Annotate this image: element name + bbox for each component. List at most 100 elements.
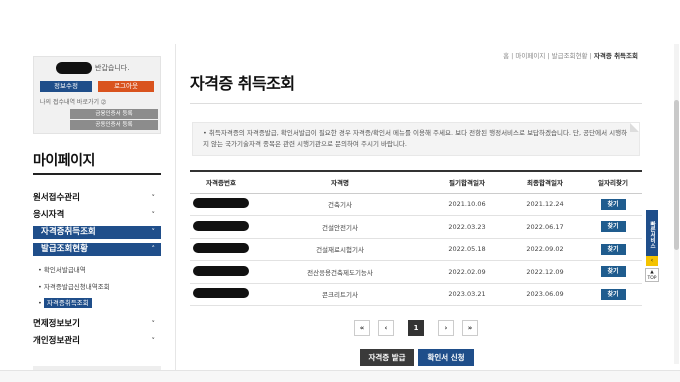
taskbar <box>0 370 680 382</box>
find-job-button[interactable]: 찾기 <box>600 198 626 210</box>
sub-item-label: 자격증발급신청내역조회 <box>43 283 110 291</box>
quick-service-tab[interactable]: 빠른서비스 <box>646 210 658 260</box>
find-cell: 찾기 <box>584 238 642 261</box>
sidebar-title: 마이페이지 <box>33 153 95 169</box>
written-date-cell: 2022.02.09 <box>428 260 506 284</box>
chevron-left-icon[interactable]: ‹ <box>646 256 658 266</box>
joint-cert-button[interactable]: 공동인증서 등록 <box>70 120 158 130</box>
final-date-cell: 2021.12.24 <box>506 193 584 216</box>
breadcrumb: 홈 | 마이페이지 | 발급조회현황 | 자격증 취득조회 <box>503 52 638 60</box>
title-rule <box>190 103 642 104</box>
cert-name-cell: 건설재료시험기사 <box>252 238 428 261</box>
table-header-row: 자격증번호 자격명 필기합격일자 최종합격일자 일자리찾기 <box>190 170 642 194</box>
sidebar-rule <box>33 173 161 175</box>
caret-up-icon: ▲ <box>650 270 654 275</box>
cert-name-cell: 건축기사 <box>252 193 428 216</box>
top-button[interactable]: ▲ TOP <box>645 268 659 282</box>
sidebar-item-label: 개인정보관리 <box>33 336 80 346</box>
breadcrumb-parent[interactable]: 발급조회현황 <box>552 52 588 60</box>
find-job-button[interactable]: 찾기 <box>600 288 626 300</box>
col-final-date: 최종합격일자 <box>506 170 584 194</box>
last-page-button[interactable]: » <box>462 320 478 336</box>
logout-button[interactable]: 로그아웃 <box>98 81 154 92</box>
cert-number-cell <box>190 283 252 306</box>
sidebar-item-label: 발급조회현황 <box>41 244 88 254</box>
final-date-cell: 2022.06.17 <box>506 215 584 239</box>
content-divider <box>175 44 176 382</box>
chevron-down-icon: ˅ <box>151 211 156 219</box>
sidebar-item-label: 원서접수관리 <box>33 193 80 203</box>
find-job-button[interactable]: 찾기 <box>600 243 626 255</box>
sub-item-label: 자격증취득조회 <box>43 298 92 308</box>
sub-item-confirm-history[interactable]: • 확인서발급내역 <box>38 264 86 274</box>
written-date-cell: 2021.10.06 <box>428 193 506 216</box>
cert-table: 자격증번호 자격명 필기합격일자 최종합격일자 일자리찾기 건축기사 2021.… <box>190 170 642 306</box>
table-row: 건축기사 2021.10.06 2021.12.24 찾기 <box>190 193 642 216</box>
chevron-down-icon: ˅ <box>151 228 156 236</box>
current-page[interactable]: 1 <box>408 320 424 336</box>
scrollbar-thumb[interactable] <box>674 100 679 250</box>
next-page-button[interactable]: › <box>438 320 454 336</box>
edit-info-button[interactable]: 정보수정 <box>40 81 92 92</box>
finance-cert-button[interactable]: 금융인증서 등록 <box>70 109 158 119</box>
cert-issue-button[interactable]: 자격증 발급 <box>360 349 414 366</box>
cert-name-cell: 전산응용건축제도기능사 <box>252 260 428 284</box>
notice-box: • 취득자격증의 자격증발급, 확인서발급이 필요한 경우 자격증/확인서 메뉴… <box>192 122 640 156</box>
table-row: 콘크리트기사 2023.03.21 2023.06.09 찾기 <box>190 283 642 306</box>
find-cell: 찾기 <box>584 215 642 239</box>
redacted-number <box>193 220 249 231</box>
written-date-cell: 2023.03.21 <box>428 283 506 306</box>
sidebar-item-application[interactable]: 원서접수관리 ˅ <box>33 192 161 205</box>
sidebar-item-issuance-status[interactable]: 발급조회현황 ˄ <box>33 243 161 256</box>
sidebar-item-qualification[interactable]: 응시자격 ˅ <box>33 209 161 222</box>
greeting-text: 반갑습니다. <box>95 64 130 72</box>
redacted-number <box>193 198 249 209</box>
confirm-apply-button[interactable]: 확인서 신청 <box>418 349 474 366</box>
sub-item-label: 확인서발급내역 <box>43 266 86 274</box>
breadcrumb-home[interactable]: 홈 <box>503 52 509 60</box>
top-label: TOP <box>647 276 657 281</box>
cert-name-cell: 건설안전기사 <box>252 215 428 239</box>
col-cert-number: 자격증번호 <box>190 170 252 194</box>
first-page-button[interactable]: « <box>354 320 370 336</box>
sidebar-item-personal-info[interactable]: 개인정보관리 ˅ <box>33 335 161 348</box>
col-job-search: 일자리찾기 <box>584 170 642 194</box>
recent-application-link[interactable]: 나의 접수내역 바로가기 ➁ <box>40 97 106 106</box>
page-title: 자격증 취득조회 <box>190 74 295 93</box>
breadcrumb-mypage[interactable]: 마이페이지 <box>515 52 545 60</box>
cert-number-cell <box>190 193 252 216</box>
chevron-up-icon: ˄ <box>151 245 156 253</box>
arrow-circle-icon: ➁ <box>100 99 106 106</box>
prev-page-button[interactable]: ‹ <box>378 320 394 336</box>
notice-text: 취득자격증의 자격증발급, 확인서발급이 필요한 경우 자격증/확인서 메뉴를 … <box>203 129 628 148</box>
final-date-cell: 2022.09.02 <box>506 238 584 261</box>
sidebar-item-label: 면제정보보기 <box>33 319 80 329</box>
sub-item-cert-lookup[interactable]: • 자격증취득조회 <box>38 297 92 308</box>
user-name-redacted <box>56 62 92 74</box>
redacted-number <box>193 243 249 254</box>
login-box: 반갑습니다. 정보수정 로그아웃 나의 접수내역 바로가기 ➁ 금융인증서 등록… <box>33 56 161 134</box>
sidebar-item-label: 응시자격 <box>33 210 65 220</box>
chevron-down-icon: ˅ <box>151 194 156 202</box>
sub-item-issue-request[interactable]: • 자격증발급신청내역조회 <box>38 281 110 291</box>
written-date-cell: 2022.05.18 <box>428 238 506 261</box>
written-date-cell: 2022.03.23 <box>428 215 506 239</box>
cert-number-cell <box>190 260 252 284</box>
final-date-cell: 2022.12.09 <box>506 260 584 284</box>
cert-number-cell <box>190 215 252 239</box>
redacted-number <box>193 288 249 299</box>
final-date-cell: 2023.06.09 <box>506 283 584 306</box>
redacted-number <box>193 265 249 276</box>
find-job-button[interactable]: 찾기 <box>600 221 626 233</box>
sidebar-item-cert-lookup[interactable]: 자격증취득조회 ˅ <box>33 226 161 239</box>
find-cell: 찾기 <box>584 193 642 216</box>
sidebar-item-exemption[interactable]: 면제정보보기 ˅ <box>33 318 161 331</box>
recent-link-label: 나의 접수내역 바로가기 <box>40 99 100 106</box>
cert-number-cell <box>190 238 252 261</box>
chevron-down-icon: ˅ <box>151 320 156 328</box>
col-written-date: 필기합격일자 <box>428 170 506 194</box>
cert-name-cell: 콘크리트기사 <box>252 283 428 306</box>
breadcrumb-current: 자격증 취득조회 <box>593 52 638 60</box>
page-fold-icon <box>630 123 639 132</box>
find-job-button[interactable]: 찾기 <box>600 266 626 278</box>
